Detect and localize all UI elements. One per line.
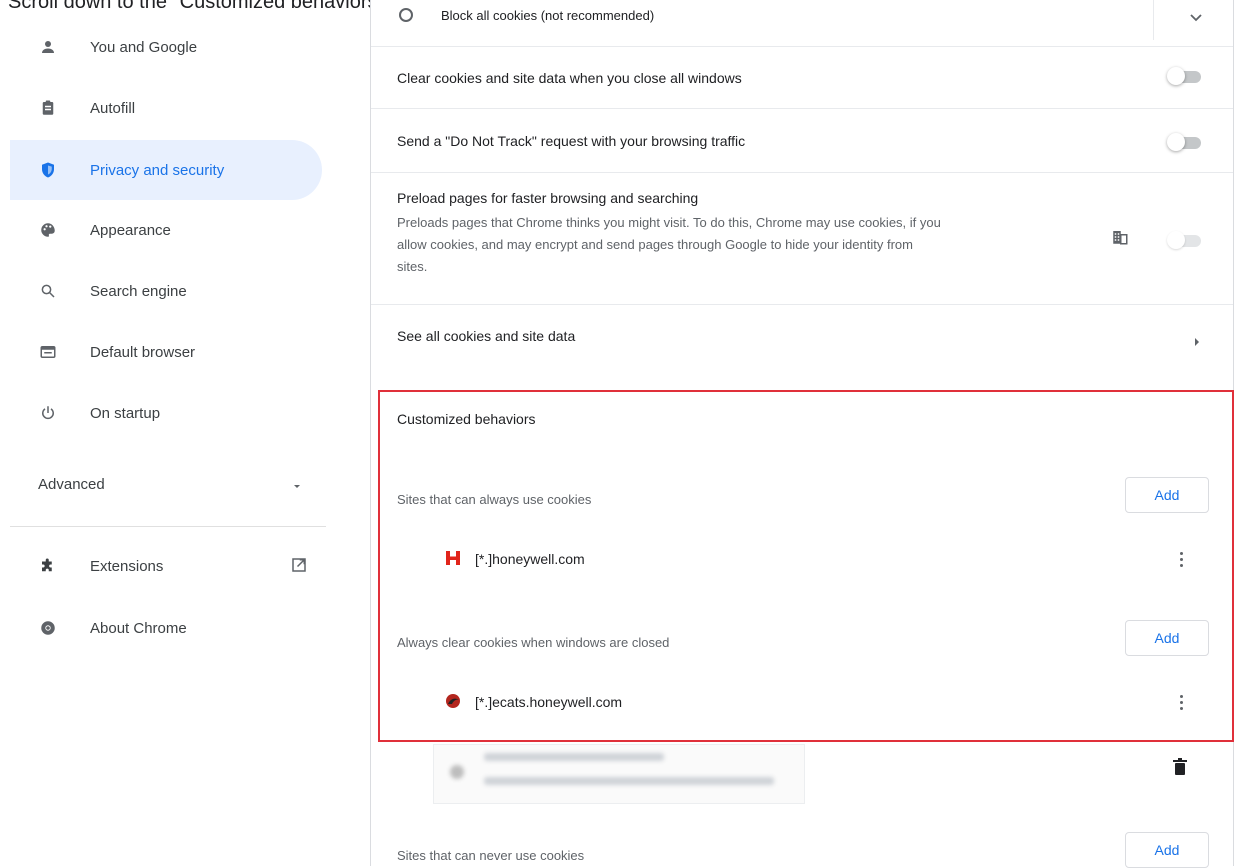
- sidebar-item-label: On startup: [90, 404, 161, 422]
- radio-divider: [1153, 0, 1154, 40]
- advanced-label: Advanced: [38, 475, 105, 493]
- more-actions-icon[interactable]: [1178, 552, 1184, 570]
- never-use-cookies-label: Sites that can never use cookies: [397, 848, 585, 863]
- sidebar-item-about-chrome[interactable]: About Chrome: [10, 598, 322, 658]
- chrome-logo-icon: [38, 618, 58, 638]
- block-all-cookies-row[interactable]: Block all cookies (not recommended): [371, 0, 1233, 47]
- sidebar-item-default-browser[interactable]: Default browser: [10, 322, 322, 382]
- sidebar-item-autofill[interactable]: Autofill: [10, 78, 322, 138]
- palette-icon: [38, 220, 58, 240]
- clear-on-close-row[interactable]: Clear cookies and site data when you clo…: [371, 46, 1233, 109]
- preload-desc-line: sites.: [397, 259, 428, 274]
- honeywell-favicon: [445, 550, 461, 571]
- power-icon: [38, 403, 58, 423]
- preload-desc-line: Preloads pages that Chrome thinks you mi…: [397, 215, 941, 230]
- expand-chevron-icon[interactable]: [1189, 10, 1203, 28]
- customized-behaviors-heading: Customized behaviors: [397, 411, 536, 427]
- sidebar-item-extensions[interactable]: Extensions: [10, 536, 306, 596]
- do-not-track-row[interactable]: Send a "Do Not Track" request with your …: [371, 108, 1233, 173]
- sidebar-item-you-and-google[interactable]: You and Google: [10, 17, 322, 77]
- sidebar-item-appearance[interactable]: Appearance: [10, 200, 322, 260]
- see-all-cookies-label: See all cookies and site data: [397, 328, 576, 344]
- preload-title: Preload pages for faster browsing and se…: [397, 190, 699, 206]
- settings-sidebar: You and Google Autofill Privacy and secu…: [0, 0, 330, 866]
- sidebar-divider: [10, 526, 326, 527]
- sidebar-item-label: Appearance: [90, 221, 171, 239]
- arrow-right-icon: [1193, 334, 1201, 352]
- delete-icon[interactable]: [1173, 758, 1187, 781]
- open-in-new-icon: [290, 556, 308, 574]
- always-use-cookies-label: Sites that can always use cookies: [397, 492, 592, 507]
- sidebar-item-label: Extensions: [90, 557, 164, 575]
- add-never-use-button[interactable]: Add: [1125, 832, 1209, 868]
- preload-pages-row[interactable]: Preload pages for faster browsing and se…: [371, 172, 1233, 305]
- caret-down-icon: [292, 478, 302, 495]
- add-always-use-button[interactable]: Add: [1125, 477, 1209, 513]
- clear-on-close-label: Clear cookies and site data when you clo…: [397, 70, 742, 86]
- puzzle-icon: [38, 556, 58, 576]
- sidebar-item-on-startup[interactable]: On startup: [10, 383, 322, 443]
- add-always-clear-button[interactable]: Add: [1125, 620, 1209, 656]
- clipboard-icon: [38, 98, 58, 118]
- blurred-site-entry: [433, 744, 805, 804]
- enterprise-building-icon: [1111, 228, 1129, 251]
- always-clear-cookies-label: Always clear cookies when windows are cl…: [397, 635, 670, 650]
- block-all-cookies-label: Block all cookies (not recommended): [441, 8, 655, 23]
- browser-icon: [38, 342, 58, 362]
- clear-on-close-toggle[interactable]: [1167, 67, 1201, 85]
- preload-desc-line: allow cookies, and may encrypt and send …: [397, 237, 913, 252]
- sidebar-item-label: Default browser: [90, 343, 196, 361]
- sidebar-item-label: About Chrome: [90, 619, 187, 637]
- sidebar-item-privacy-and-security[interactable]: Privacy and security: [10, 140, 322, 200]
- preload-pages-toggle[interactable]: [1167, 231, 1201, 249]
- search-icon: [38, 281, 58, 301]
- always-clear-site-url: [*.]ecats.honeywell.com: [475, 694, 623, 710]
- ecats-favicon: [445, 693, 461, 714]
- shield-icon: [38, 160, 58, 180]
- more-actions-icon[interactable]: [1178, 695, 1184, 713]
- cookies-settings-card: Block all cookies (not recommended) Clea…: [370, 0, 1234, 868]
- sidebar-advanced-toggle[interactable]: Advanced: [10, 454, 310, 514]
- person-icon: [38, 37, 58, 57]
- sidebar-item-label: Search engine: [90, 282, 187, 300]
- always-use-site-url: [*.]honeywell.com: [475, 551, 585, 567]
- do-not-track-toggle[interactable]: [1167, 133, 1201, 151]
- do-not-track-label: Send a "Do Not Track" request with your …: [397, 133, 746, 149]
- sidebar-item-search-engine[interactable]: Search engine: [10, 261, 322, 321]
- see-all-cookies-row[interactable]: See all cookies and site data: [371, 304, 1233, 372]
- preload-description: Preloads pages that Chrome thinks you mi…: [397, 212, 1097, 278]
- sidebar-item-label: You and Google: [90, 38, 198, 56]
- sidebar-item-label: Autofill: [90, 99, 136, 117]
- sidebar-item-label: Privacy and security: [90, 161, 225, 179]
- radio-button[interactable]: [399, 8, 413, 22]
